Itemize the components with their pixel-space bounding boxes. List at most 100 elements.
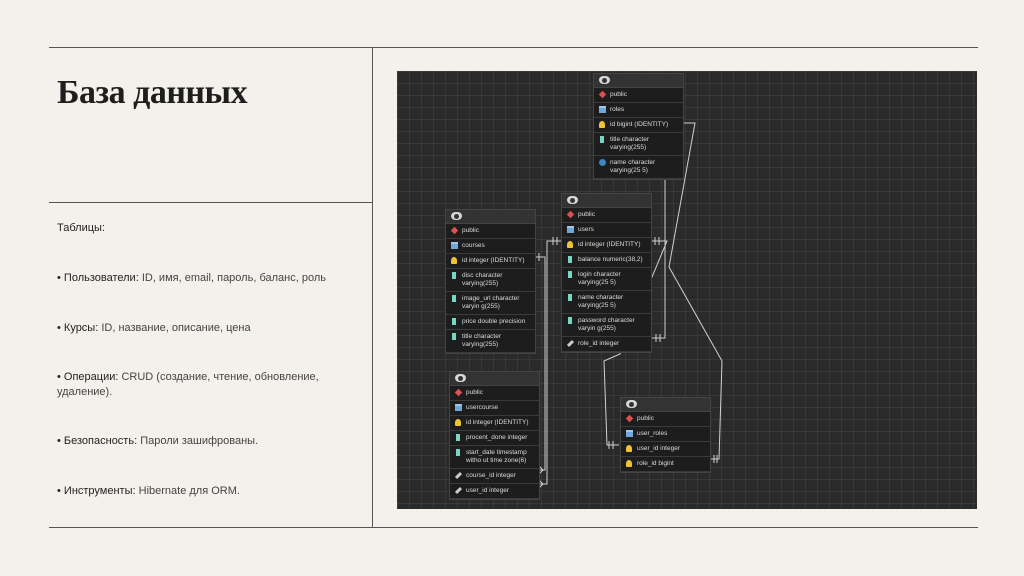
bullet-label: • Инструменты: <box>57 485 136 497</box>
eye-icon[interactable] <box>451 212 462 220</box>
column-text: login character varying(25 5) <box>578 271 621 286</box>
column-icon <box>452 333 456 340</box>
table-name: courses <box>462 242 485 249</box>
bullet-value: Пароли зашифрованы. <box>137 435 259 447</box>
column-row: id integer (IDENTITY) <box>450 416 539 431</box>
column-icon <box>568 294 572 301</box>
column-row: name character varying(25 5) <box>594 156 683 179</box>
column-row: price double precision <box>446 315 535 330</box>
column-text: user_id integer <box>637 445 680 452</box>
column-separator <box>372 47 373 528</box>
column-text: id integer (IDENTITY) <box>466 419 529 426</box>
column-text: name character varying(25 5) <box>578 294 624 309</box>
table-header <box>450 372 539 386</box>
column-row: disc character varying(255) <box>446 269 535 292</box>
table-roles[interactable]: public roles id bigint (IDENTITY) title … <box>593 73 684 180</box>
tables-intro: Таблицы: <box>57 222 105 234</box>
column-text: procent_done integer <box>466 434 528 441</box>
schema-icon <box>625 414 634 423</box>
column-text: course_id integer <box>466 472 516 479</box>
column-text: disc character varying(255) <box>462 272 503 287</box>
table-name: roles <box>610 106 625 113</box>
table-header <box>562 194 651 208</box>
column-text: title character varying(255) <box>462 333 502 348</box>
foreign-key-icon <box>454 471 463 480</box>
link-usercourse-users <box>539 240 562 485</box>
table-usercourse[interactable]: public usercourse id integer (IDENTITY) … <box>449 371 540 500</box>
column-row: title character varying(255) <box>594 133 683 156</box>
bullet-operations: • Операции: CRUD (создание, чтение, обно… <box>57 370 337 400</box>
schema-name: public <box>466 389 483 396</box>
schema-name: public <box>462 227 479 234</box>
bullet-label: • Пользователи: <box>57 272 139 284</box>
page-title: База данных <box>57 74 248 111</box>
column-row: image_url character varyin g(255) <box>446 292 535 315</box>
schema-row: public <box>446 224 535 239</box>
schema-icon <box>450 226 459 235</box>
bullet-value: ID, название, описание, цена <box>98 322 251 334</box>
table-icon <box>567 226 574 233</box>
column-icon <box>568 317 572 324</box>
schema-row: public <box>594 88 683 103</box>
column-row: user_id integer <box>450 484 539 499</box>
key-icon <box>626 445 632 452</box>
key-icon <box>455 419 461 426</box>
column-text: start_date timestamp witho ut time zone(… <box>466 449 527 464</box>
table-name-row: courses <box>446 239 535 254</box>
column-text: id bigint (IDENTITY) <box>610 121 669 128</box>
column-text: image_url character varyin g(255) <box>462 295 520 310</box>
eye-icon[interactable] <box>455 374 466 382</box>
column-icon <box>452 295 456 302</box>
schema-row: public <box>450 386 539 401</box>
column-text: title character varying(255) <box>610 136 650 151</box>
table-icon <box>626 430 633 437</box>
table-header <box>621 398 710 412</box>
eye-icon[interactable] <box>567 196 578 204</box>
column-row: name character varying(25 5) <box>562 291 651 314</box>
schema-name: public <box>578 211 595 218</box>
eye-icon[interactable] <box>626 400 637 408</box>
column-icon <box>456 434 460 441</box>
schema-icon <box>566 210 575 219</box>
table-icon <box>599 106 606 113</box>
er-diagram: public roles id bigint (IDENTITY) title … <box>397 71 977 509</box>
key-icon <box>626 460 632 467</box>
table-icon <box>451 242 458 249</box>
table-name-row: user_roles <box>621 427 710 442</box>
bullet-value: ID, имя, email, пароль, баланс, роль <box>138 272 326 284</box>
eye-icon[interactable] <box>599 76 610 84</box>
column-row: procent_done integer <box>450 431 539 446</box>
unique-icon <box>599 159 606 166</box>
bullet-users: • Пользователи: ID, имя, email, пароль, … <box>57 271 357 286</box>
key-icon <box>599 121 605 128</box>
column-row: login character varying(25 5) <box>562 268 651 291</box>
column-row: password character varyin g(255) <box>562 314 651 337</box>
foreign-key-icon <box>566 339 575 348</box>
bullet-label: • Безопасность: <box>57 435 138 447</box>
column-icon <box>452 318 456 325</box>
key-icon <box>567 241 573 248</box>
table-icon <box>455 404 462 411</box>
bottom-divider <box>49 527 978 528</box>
column-icon <box>456 449 460 456</box>
schema-icon <box>454 388 463 397</box>
column-text: password character varyin g(255) <box>578 317 635 332</box>
table-courses[interactable]: public courses id integer (IDENTITY) dis… <box>445 209 536 354</box>
column-text: id integer (IDENTITY) <box>578 241 641 248</box>
column-row: id integer (IDENTITY) <box>562 238 651 253</box>
foreign-key-icon <box>454 486 463 495</box>
column-text: user_id integer <box>466 487 509 494</box>
left-column-divider <box>49 202 372 203</box>
column-row: role_id integer <box>562 337 651 352</box>
table-user_roles[interactable]: public user_roles user_id integer role_i… <box>620 397 711 473</box>
schema-icon <box>598 90 607 99</box>
column-icon <box>568 256 572 263</box>
column-row: user_id integer <box>621 442 710 457</box>
table-header <box>594 74 683 88</box>
column-row: start_date timestamp witho ut time zone(… <box>450 446 539 469</box>
table-users[interactable]: public users id integer (IDENTITY) balan… <box>561 193 652 353</box>
bullet-security: • Безопасность: Пароли зашифрованы. <box>57 434 357 449</box>
column-text: balance numeric(38,2) <box>578 256 643 263</box>
column-text: role_id bigint <box>637 460 674 467</box>
table-name-row: users <box>562 223 651 238</box>
